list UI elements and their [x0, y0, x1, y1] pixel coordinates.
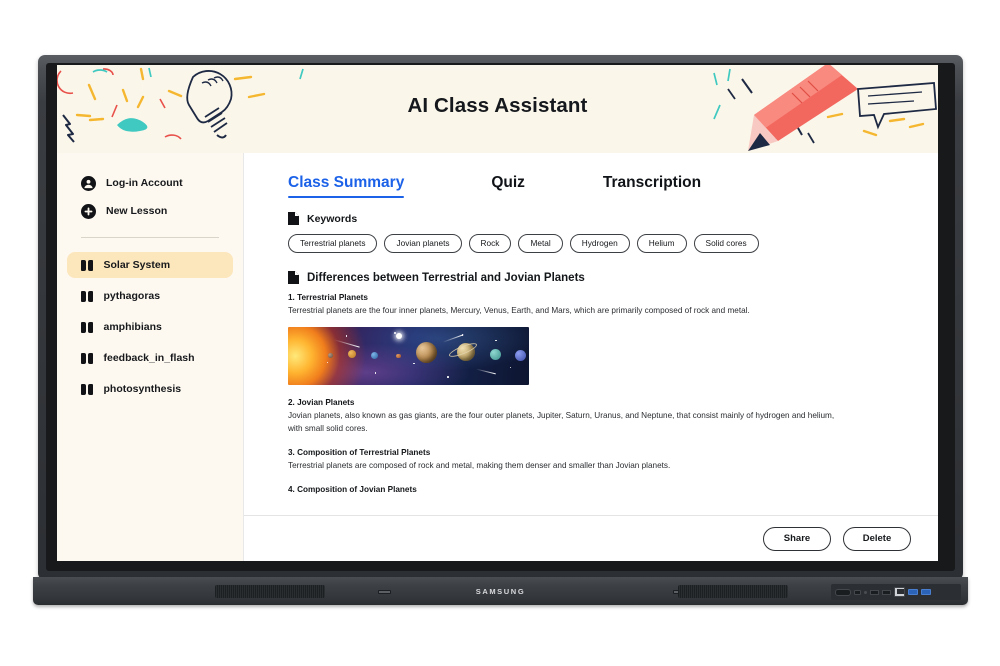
brand-logo: SAMSUNG	[475, 587, 526, 596]
block-heading: 4. Composition of Jovian Planets	[288, 485, 417, 495]
block-body: Terrestrial planets are composed of rock…	[288, 461, 671, 471]
hdmi-port-1	[870, 589, 879, 595]
keywords-section-header: Keywords	[288, 212, 918, 225]
book-icon	[81, 290, 93, 302]
sidebar-item-login-account[interactable]: Log-in Account	[57, 169, 243, 197]
lesson-label: amphibians	[103, 321, 162, 333]
speaker-grille-right	[678, 585, 788, 598]
book-icon	[81, 383, 93, 395]
summary-block: 3. Composition of Terrestrial Planets Te…	[288, 448, 918, 473]
solar-system-illustration	[288, 327, 529, 386]
summary-block: 1. Terrestrial Planets Terrestrial plane…	[288, 293, 918, 386]
keyword-chip[interactable]: Terrestrial planets	[288, 234, 378, 254]
tab-label: Class Summary	[288, 174, 405, 191]
sidebar: Log-in Account New Lesson Solar System p…	[57, 153, 243, 561]
lesson-label: feedback_in_flash	[103, 352, 195, 364]
content-footer: Share Delete	[244, 515, 938, 561]
keyword-chip[interactable]: Solid cores	[693, 234, 759, 254]
usb-a-port-2	[921, 589, 931, 595]
book-icon	[81, 321, 93, 333]
tab-label: Quiz	[491, 174, 525, 191]
keyword-chip[interactable]: Metal	[518, 234, 563, 254]
lesson-label: photosynthesis	[103, 383, 182, 395]
port-cluster	[831, 584, 961, 600]
hdmi-port-2	[882, 589, 891, 595]
sidebar-lesson-amphibians[interactable]: amphibians	[67, 314, 233, 340]
keyword-chip[interactable]: Helium	[636, 234, 687, 254]
keyword-chip[interactable]: Hydrogen	[569, 234, 630, 254]
tab-class-summary[interactable]: Class Summary	[288, 174, 405, 198]
document-icon	[288, 271, 299, 285]
book-icon	[81, 259, 93, 271]
plus-circle-icon	[81, 203, 96, 219]
summary-block: 4. Composition of Jovian Planets	[288, 485, 918, 494]
sidebar-lesson-photosynthesis[interactable]: photosynthesis	[67, 376, 233, 402]
content-pane: Class Summary Quiz Transcription Keyword…	[243, 153, 938, 561]
block-body: Jovian planets, also known as gas giants…	[288, 411, 835, 434]
sidebar-divider	[81, 237, 219, 238]
summary-heading: Differences between Terrestrial and Jovi…	[307, 271, 585, 284]
tab-quiz[interactable]: Quiz	[491, 174, 525, 198]
lan-port	[894, 587, 905, 597]
tab-bar: Class Summary Quiz Transcription	[244, 153, 938, 198]
usb-a-port-1	[908, 589, 918, 595]
sidebar-lesson-feedback-in-flash[interactable]: feedback_in_flash	[67, 345, 233, 371]
block-heading: 2. Jovian Planets	[288, 398, 355, 408]
sidebar-item-new-lesson[interactable]: New Lesson	[57, 197, 243, 225]
summary-block: 2. Jovian Planets Jovian planets, also k…	[288, 398, 918, 436]
page-title: AI Class Assistant	[407, 94, 588, 117]
sidebar-lesson-pythagoras[interactable]: pythagoras	[67, 283, 233, 309]
block-heading: 3. Composition of Terrestrial Planets	[288, 448, 431, 458]
lesson-label: pythagoras	[103, 290, 161, 302]
power-port	[835, 588, 851, 596]
keyword-chip[interactable]: Rock	[468, 234, 512, 254]
delete-button[interactable]: Delete	[843, 526, 911, 551]
keyword-chip[interactable]: Jovian planets	[384, 234, 462, 254]
share-button[interactable]: Share	[763, 526, 831, 551]
usb-c-port	[854, 589, 861, 595]
tab-transcription[interactable]: Transcription	[603, 174, 701, 198]
app-header-banner: AI Class Assistant	[57, 65, 938, 153]
summary-section-header: Differences between Terrestrial and Jovi…	[288, 271, 918, 285]
keyword-chip-list: Terrestrial planets Jovian planets Rock …	[288, 234, 918, 254]
book-icon	[81, 352, 93, 364]
lesson-label: Solar System	[103, 259, 171, 271]
tab-label: Transcription	[602, 174, 702, 191]
app-body: Log-in Account New Lesson Solar System p…	[57, 153, 938, 561]
account-circle-icon	[81, 175, 96, 191]
keywords-heading: Keywords	[307, 212, 358, 225]
screen-viewport: AI Class Assistant Log-in Account New Le…	[57, 65, 938, 561]
indicator-dot	[864, 590, 867, 594]
summary-scroll-area: Keywords Terrestrial planets Jovian plan…	[244, 198, 938, 515]
sidebar-item-label: Log-in Account	[106, 177, 183, 189]
block-body: Terrestrial planets are the four inner p…	[288, 306, 750, 316]
sidebar-item-label: New Lesson	[106, 205, 168, 217]
block-heading: 1. Terrestrial Planets	[288, 293, 368, 303]
sidebar-lesson-solar-system[interactable]: Solar System	[67, 252, 233, 278]
display-device-frame: AI Class Assistant Log-in Account New Le…	[38, 55, 963, 580]
document-icon	[288, 212, 299, 225]
device-bottom-bar: SAMSUNG	[33, 577, 968, 605]
